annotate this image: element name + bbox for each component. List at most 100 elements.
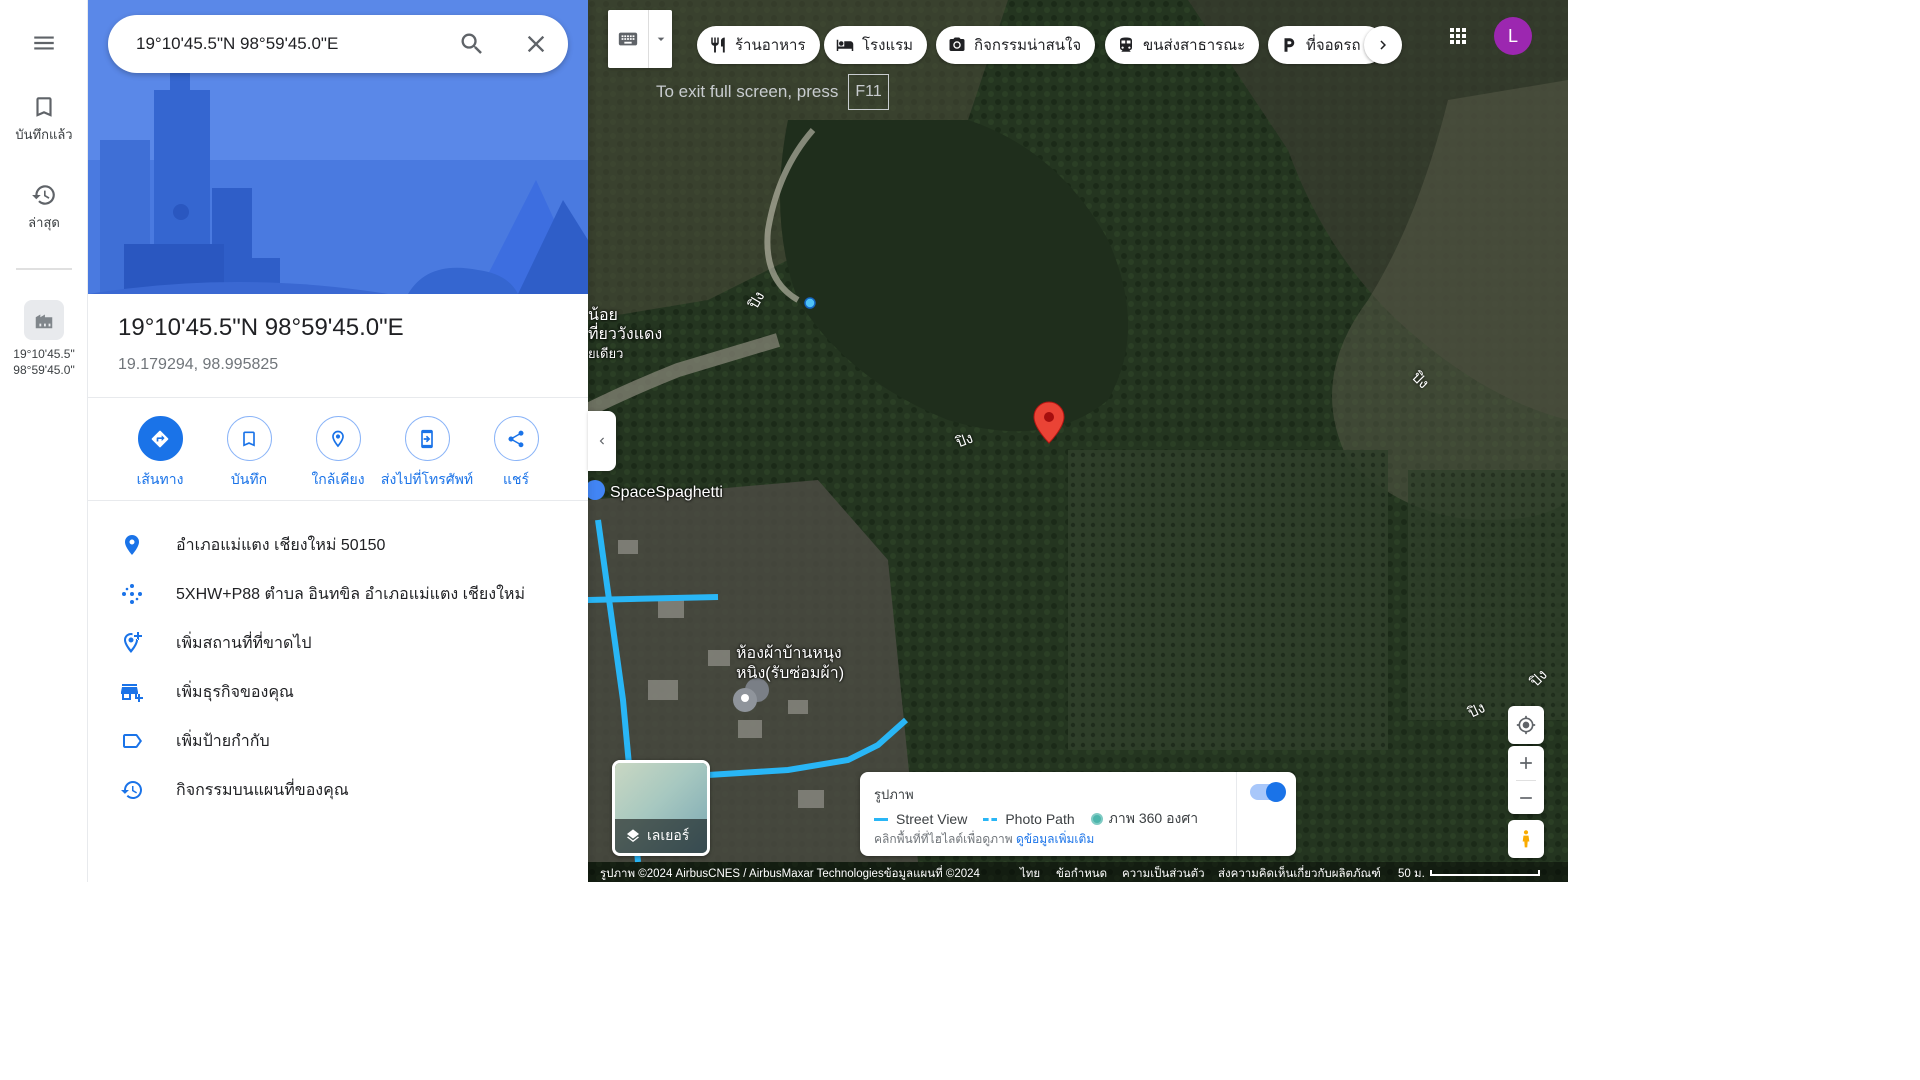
language-link[interactable]: ไทย — [1020, 865, 1040, 882]
send-to-phone-icon — [421, 429, 433, 448]
chip-transit[interactable]: ขนส่งสาธารณะ — [1105, 26, 1260, 64]
chip-restaurants[interactable]: ร้านอาหาร — [697, 26, 820, 64]
imagery-toggle[interactable] — [1250, 782, 1286, 802]
share-button[interactable]: แชร์ — [466, 416, 566, 491]
scale-bar — [1430, 870, 1540, 876]
photo-360-label: ภาพ 360 องศา — [1108, 810, 1199, 826]
street-view-swatch — [874, 817, 888, 821]
map-poi-spacespaghetti[interactable]: SpaceSpaghetti — [610, 484, 723, 502]
save-button[interactable]: บันทึก — [199, 416, 299, 491]
chevron-right-icon — [1380, 40, 1386, 50]
map-activity-row[interactable]: กิจกรรมบนแผนที่ของคุณ — [88, 768, 588, 812]
search-button[interactable] — [458, 30, 486, 58]
search-icon — [461, 33, 482, 54]
send-to-phone-button[interactable]: ส่งไปที่โทรศัพท์ — [377, 416, 477, 491]
fullscreen-hint: To exit full screen, press F11 — [656, 74, 889, 110]
chip-hotels[interactable]: โรงแรม — [824, 26, 928, 64]
keyboard-input-button[interactable] — [608, 10, 672, 68]
scale-label[interactable]: 50 ม. — [1398, 865, 1425, 882]
chips-next-button[interactable] — [1364, 26, 1402, 64]
send-to-phone-label: ส่งไปที่โทรศัพท์ — [380, 471, 474, 487]
directions-label: เส้นทาง — [136, 471, 184, 487]
layers-button[interactable]: เลเยอร์ — [612, 760, 710, 856]
map-poi-left-line1: น้อย — [588, 307, 618, 324]
account-avatar[interactable]: L — [1494, 17, 1532, 55]
apps-grid-icon — [1450, 28, 1466, 44]
imagery-legend: รูปภาพ Street View Photo Path ภาพ 360 อง… — [860, 772, 1296, 856]
chip-hotels-label: โรงแรม — [862, 37, 914, 54]
add-label-text: เพิ่มป้ายกำกับ — [176, 732, 270, 750]
chevron-left-icon — [599, 437, 604, 445]
map-poi-shop[interactable]: ห้องผ้าบ้านหนุง หนิง(รับซ่อมผ้า) — [736, 644, 844, 684]
map-activity-text: กิจกรรมบนแผนที่ของคุณ — [176, 781, 349, 799]
legend-more-link[interactable]: ดูข้อมูลเพิ่มเติม — [1016, 832, 1094, 846]
transit-icon — [1120, 37, 1132, 52]
recent-place-thumbnail — [24, 300, 64, 340]
clear-search-button[interactable] — [522, 30, 550, 58]
search-input[interactable] — [136, 15, 456, 73]
address-text: อำเภอแม่แตง เชียงใหม่ 50150 — [176, 536, 386, 554]
layers-footer: เลเยอร์ — [615, 819, 707, 853]
zoom-out-button[interactable] — [1516, 780, 1536, 814]
plus-icon — [1520, 757, 1532, 769]
plus-code-row[interactable]: 5XHW+P88 ตำบล อินทขิล อำเภอแม่แตง เชียงใ… — [88, 572, 588, 616]
add-missing-place-row[interactable]: เพิ่มสถานที่ที่ขาดไป — [88, 621, 588, 665]
nearby-button[interactable]: ใกล้เคียง — [288, 416, 388, 491]
address-row[interactable]: อำเภอแม่แตง เชียงใหม่ 50150 — [88, 523, 588, 567]
plus-code-text: 5XHW+P88 ตำบล อินทขิล อำเภอแม่แตง เชียงใ… — [176, 585, 526, 603]
search-box — [108, 15, 568, 73]
feedback-link[interactable]: ส่งความคิดเห็นเกี่ยวกับผลิตภัณฑ์ — [1218, 865, 1381, 882]
map-poi-left-line2: ที่ยววังแดง — [588, 326, 663, 343]
map-poi-left[interactable]: น้อย ที่ยววังแดง ยเดียว — [588, 306, 662, 363]
add-location-icon — [124, 632, 142, 653]
my-location-icon — [1516, 715, 1536, 735]
parking-icon — [1284, 38, 1295, 52]
history-icon — [121, 781, 142, 799]
my-location-button[interactable] — [1508, 706, 1544, 744]
add-label-row[interactable]: เพิ่มป้ายกำกับ — [88, 719, 588, 763]
nearby-search-icon — [332, 430, 344, 447]
photo-path-swatch — [983, 817, 998, 821]
saved-button[interactable]: บันทึกแล้ว — [0, 94, 88, 145]
legend-row: Street View Photo Path ภาพ 360 องศา — [874, 808, 1198, 830]
chip-attractions[interactable]: กิจกรรมน่าสนใจ — [936, 26, 1096, 64]
restaurant-icon — [711, 37, 725, 53]
menu-button[interactable] — [0, 30, 88, 56]
maps-app: บันทึกแล้ว ล่าสุด 19°10'45.5" 98°59'45.0… — [0, 0, 1568, 882]
place-decimal-coordinates: 19.179294, 98.995825 — [118, 356, 279, 373]
map-poi-left-line3: ยเดียว — [588, 346, 624, 361]
nearby-label: ใกล้เคียง — [311, 471, 365, 487]
legend-note-text: คลิกพื้นที่ที่ไฮไลต์เพื่อดูภาพ — [874, 832, 1013, 846]
recents-button[interactable]: ล่าสุด — [0, 182, 88, 233]
place-panel: 19°10'45.5"N 98°59'45.0"E 19.179294, 98.… — [88, 0, 588, 882]
location-pin-icon — [125, 535, 139, 555]
chip-parking-label: ที่จอดรถ — [1306, 37, 1361, 54]
collapse-panel-button[interactable] — [588, 411, 616, 471]
photo-360-swatch — [1090, 813, 1103, 825]
google-apps-button[interactable] — [1446, 24, 1470, 48]
privacy-link[interactable]: ความเป็นส่วนตัว — [1122, 865, 1205, 882]
legend-title: รูปภาพ — [874, 787, 914, 802]
left-rail: บันทึกแล้ว ล่าสุด 19°10'45.5" 98°59'45.0… — [0, 0, 88, 882]
add-missing-place-text: เพิ่มสถานที่ที่ขาดไป — [176, 634, 312, 652]
divider — [88, 397, 588, 398]
share-label: แชร์ — [502, 471, 530, 487]
terms-link[interactable]: ข้อกำหนด — [1056, 865, 1107, 882]
chip-attractions-label: กิจกรรมน่าสนใจ — [974, 37, 1082, 54]
satellite-imagery — [588, 0, 1568, 882]
camera-icon — [949, 37, 965, 51]
fullscreen-hint-text: To exit full screen, press — [656, 82, 839, 101]
place-title: 19°10'45.5"N 98°59'45.0"E — [118, 314, 404, 341]
directions-button[interactable]: เส้นทาง — [110, 416, 210, 491]
layers-icon — [627, 829, 639, 843]
hamburger-menu-icon — [34, 36, 54, 50]
zoom-in-button[interactable] — [1516, 746, 1536, 780]
map-poi-shop-line2: หนิง(รับซ่อมผ้า) — [736, 665, 845, 682]
building-icon — [35, 314, 53, 329]
satellite-map[interactable]: ร้านอาหาร โรงแรม กิจกรรมน่าสนใจ ขนส่งสาธ… — [588, 0, 1568, 882]
recent-place-item[interactable]: 19°10'45.5" 98°59'45.0" — [0, 300, 88, 378]
chip-transit-label: ขนส่งสาธารณะ — [1143, 37, 1246, 54]
pegman-button[interactable] — [1508, 820, 1544, 858]
add-business-row[interactable]: เพิ่มธุรกิจของคุณ — [88, 670, 588, 714]
chip-restaurants-label: ร้านอาหาร — [735, 37, 806, 54]
